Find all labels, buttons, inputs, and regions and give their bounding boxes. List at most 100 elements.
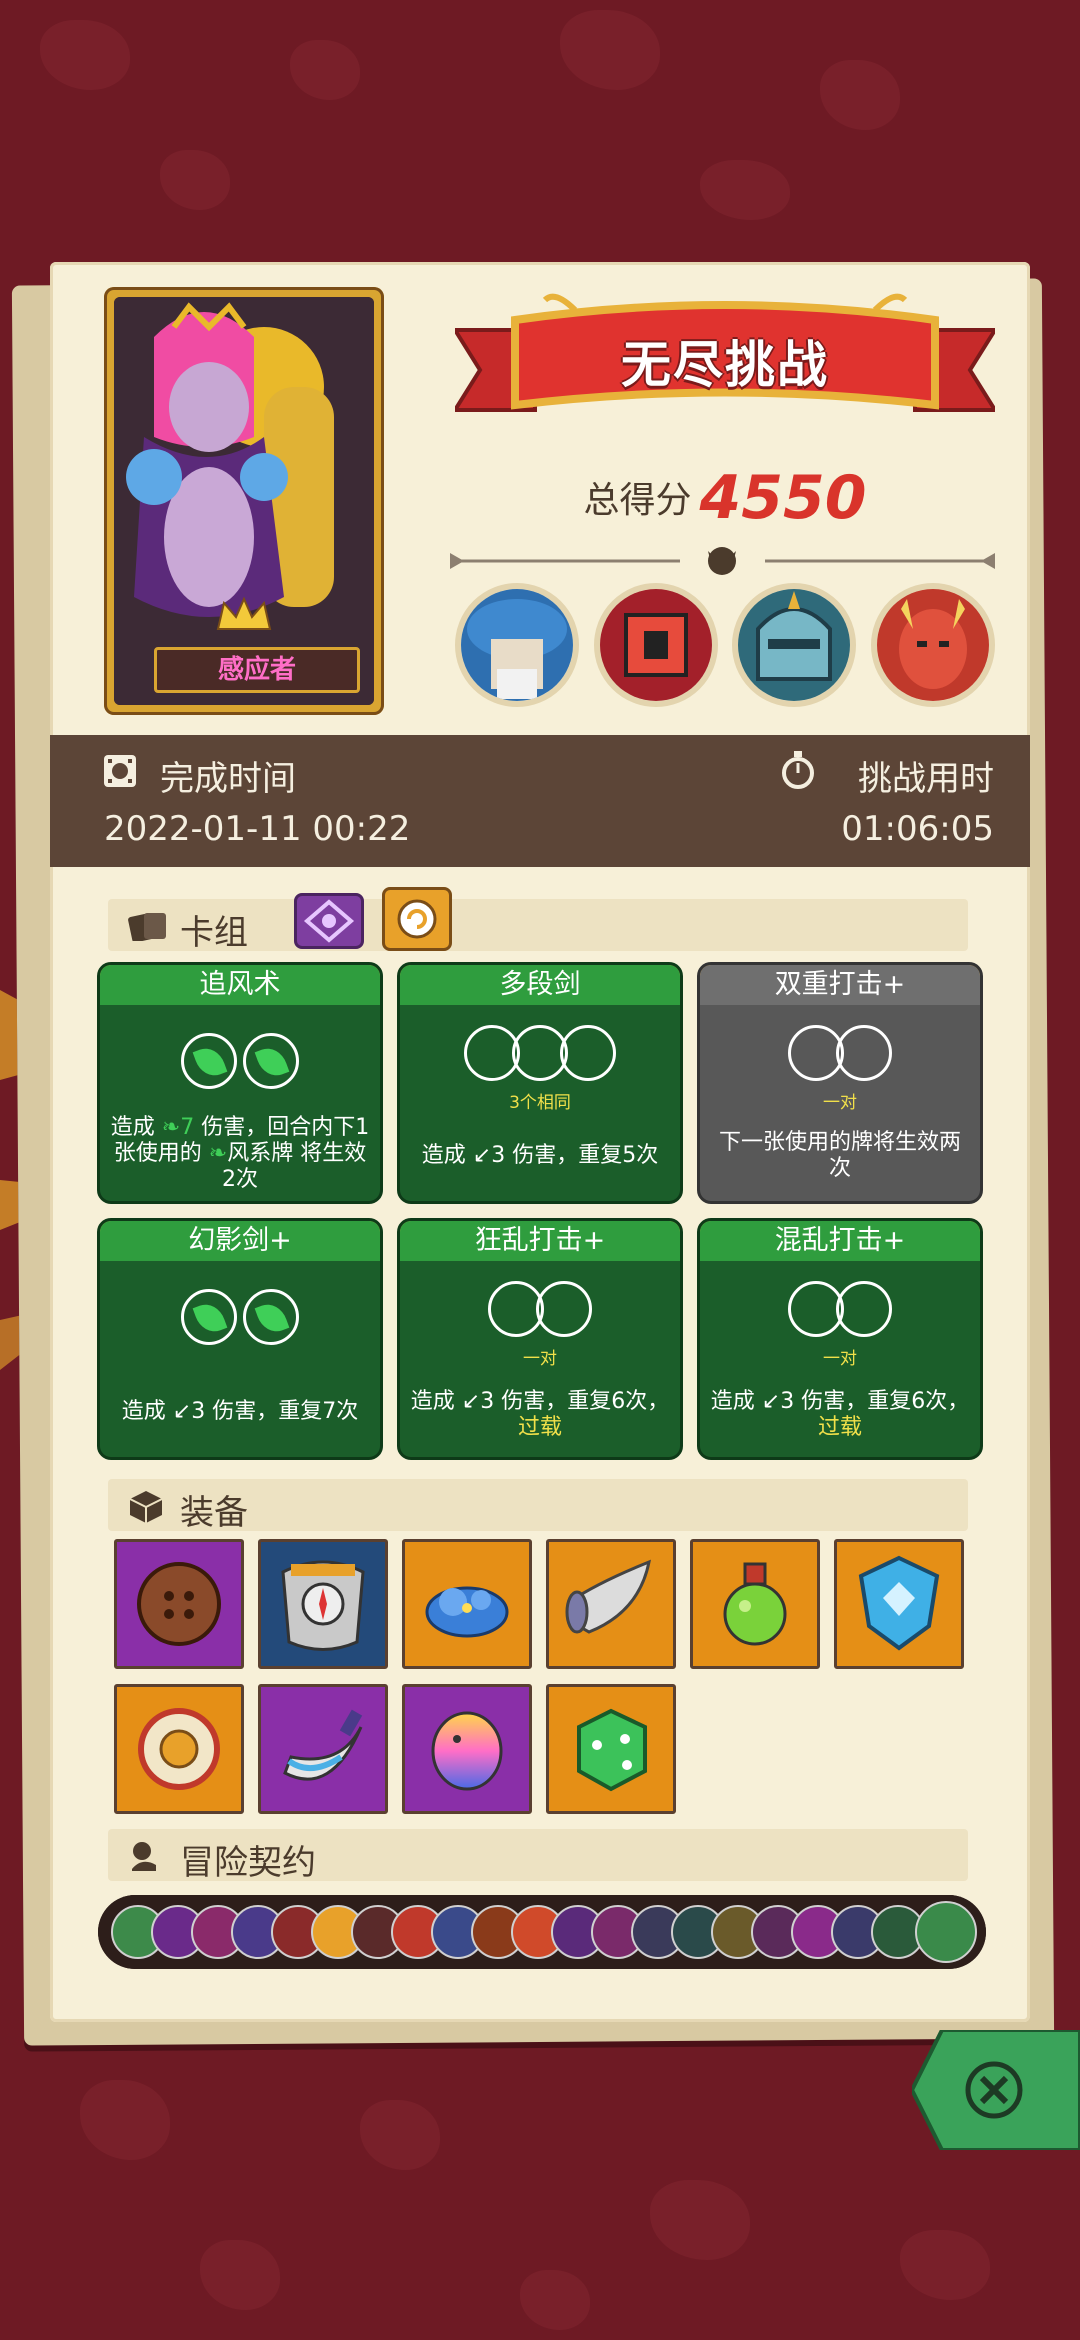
score-row: 总得分 4550 xyxy=(455,463,995,533)
card-description: 下一张使用的牌将生效两次 xyxy=(718,1130,961,1181)
dice-slot xyxy=(836,1025,892,1081)
overload-keyword: 过载 xyxy=(817,1415,862,1440)
wind-slot xyxy=(243,1033,299,1089)
card-description: 造成 ❧7 伤害，回合内下1张使用的 ❧风系牌 将生效2次 xyxy=(110,1115,370,1193)
green-dice-icon xyxy=(577,1708,647,1792)
contracts-strip[interactable] xyxy=(98,1895,986,1969)
horn-cornucopia-icon xyxy=(565,1559,652,1634)
ornament-divider xyxy=(450,547,995,575)
equip-slot-1[interactable] xyxy=(114,1539,244,1669)
green-potion-icon xyxy=(723,1562,787,1646)
hero-portrait: 感应者 xyxy=(114,297,374,705)
score-label: 总得分 xyxy=(583,480,692,521)
score-value: 4550 xyxy=(699,463,867,533)
time-info-bar: 完成时间 2022-01-11 00:22 挑战用时 01:06:05 xyxy=(50,735,1030,867)
desc-part: 风系牌 将生效2次 xyxy=(222,1141,367,1192)
gold-ring-icon xyxy=(138,1708,220,1790)
dice-slot xyxy=(560,1025,616,1081)
card-description: 造成 ↙3 伤害，重复7次 xyxy=(121,1399,359,1424)
card-title: 狂乱打击+ xyxy=(400,1221,680,1261)
equip-slot-2[interactable] xyxy=(258,1539,388,1669)
equip-slot-4[interactable] xyxy=(546,1539,676,1669)
boss-portrait-4[interactable] xyxy=(870,583,995,707)
hero-illustration xyxy=(114,297,374,705)
equip-slot-9[interactable] xyxy=(402,1684,532,1814)
card-requirement: 一对 xyxy=(823,1093,857,1113)
duration-label: 挑战用时 xyxy=(858,759,994,799)
wind-leaf-icon xyxy=(254,1043,290,1081)
contract-icons-strip xyxy=(98,1895,986,1969)
deck-filter-rune[interactable] xyxy=(294,893,364,949)
wind-slot xyxy=(243,1289,299,1345)
dice-slot xyxy=(836,1281,892,1337)
hero-card[interactable]: 感应者 xyxy=(104,287,384,715)
duration-value: 01:06:05 xyxy=(841,809,994,849)
cube-icon xyxy=(129,1491,163,1523)
card-description: 造成 ↙3 伤害，重复6次， 过载 xyxy=(710,1389,970,1441)
boss-portrait-3[interactable] xyxy=(732,583,857,707)
card-title: 幻影剑+ xyxy=(100,1221,380,1261)
wind-slot xyxy=(181,1033,237,1089)
curved-dagger-icon xyxy=(283,1709,363,1781)
boss-portrait-1[interactable] xyxy=(455,583,579,707)
rainbow-egg-icon xyxy=(431,1711,503,1791)
mode-title: 无尽挑战 xyxy=(621,336,829,394)
equip-slot-3[interactable] xyxy=(402,1539,532,1669)
card-description: 造成 ↙3 伤害，重复6次， 过载 xyxy=(410,1389,670,1441)
card-requirement: 3个相同 xyxy=(509,1093,571,1113)
deck-label: 卡组 xyxy=(180,913,248,953)
knight-boss-icon xyxy=(738,589,851,701)
card-slots xyxy=(400,1025,680,1081)
card-zhuifengshu[interactable]: 追风术 造成 ❧7 伤害，回合内下1张使用的 ❧风系牌 将生效2次 xyxy=(97,962,383,1204)
wind-leaf-small-icon: ❧ xyxy=(208,1141,228,1166)
contracts-label: 冒险契约 xyxy=(180,1843,316,1883)
boss-portrait-2[interactable] xyxy=(593,583,718,707)
dice-slot xyxy=(536,1281,592,1337)
card-duoduanjian[interactable]: 多段剑 3个相同 造成 ↙3 伤害，重复5次 xyxy=(397,962,683,1204)
wind-leaf-icon xyxy=(192,1043,228,1081)
crown-icon xyxy=(216,597,272,630)
finish-time-label: 完成时间 xyxy=(160,759,296,799)
card-requirement: 一对 xyxy=(823,1349,857,1369)
card-requirement: 一对 xyxy=(523,1349,557,1369)
wind-leaf-small-icon: ❧ xyxy=(161,1115,181,1140)
contracts-section-header: 冒险契约 xyxy=(108,1829,968,1883)
chest-boss-icon xyxy=(599,589,712,701)
desc-part: 造成 xyxy=(110,1115,155,1140)
overload-keyword: 过载 xyxy=(517,1415,562,1440)
card-title: 多段剑 xyxy=(400,965,680,1005)
film-icon xyxy=(104,755,136,787)
card-kuangluandaji[interactable]: 狂乱打击+ 一对 造成 ↙3 伤害，重复6次， 过载 xyxy=(397,1218,683,1460)
equipment-label: 装备 xyxy=(180,1493,248,1533)
eye-rune-icon xyxy=(303,899,355,943)
mushroom-boss-icon xyxy=(461,589,573,701)
card-slots xyxy=(400,1281,680,1337)
desc-line: 造成 ↙3 伤害，重复6次， xyxy=(410,1389,670,1414)
card-slots xyxy=(100,1033,380,1089)
equip-slot-5[interactable] xyxy=(690,1539,820,1669)
card-slots xyxy=(700,1281,980,1337)
close-button[interactable] xyxy=(909,2028,1080,2152)
equip-slot-6[interactable] xyxy=(834,1539,964,1669)
hero-name: 感应者 xyxy=(154,647,360,693)
deck-filter-spiral[interactable] xyxy=(382,887,452,951)
equipment-section-header: 装备 xyxy=(108,1479,968,1533)
close-tab-shape xyxy=(909,2028,1080,2152)
card-shuangchongdaji[interactable]: 双重打击+ 一对 下一张使用的牌将生效两次 xyxy=(697,962,983,1204)
card-slots xyxy=(100,1289,380,1345)
card-title: 追风术 xyxy=(100,965,380,1005)
spiral-badge-icon xyxy=(397,899,437,939)
crystal-shield-icon xyxy=(858,1555,940,1651)
equip-slot-10[interactable] xyxy=(546,1684,676,1814)
deck-section-header: 卡组 xyxy=(108,899,968,953)
card-huanyingjian[interactable]: 幻影剑+ 造成 ↙3 伤害，重复7次 xyxy=(97,1218,383,1460)
blue-slime-icon xyxy=(425,1586,509,1638)
wind-slot xyxy=(181,1289,237,1345)
wind-leaf-icon xyxy=(254,1299,290,1337)
wooden-button-shield-icon xyxy=(137,1562,221,1646)
cards-icon xyxy=(128,913,166,941)
equip-slot-7[interactable] xyxy=(114,1684,244,1814)
compass-armor-icon xyxy=(281,1560,365,1651)
card-hunluandaji[interactable]: 混乱打击+ 一对 造成 ↙3 伤害，重复6次， 过载 xyxy=(697,1218,983,1460)
equip-slot-8[interactable] xyxy=(258,1684,388,1814)
